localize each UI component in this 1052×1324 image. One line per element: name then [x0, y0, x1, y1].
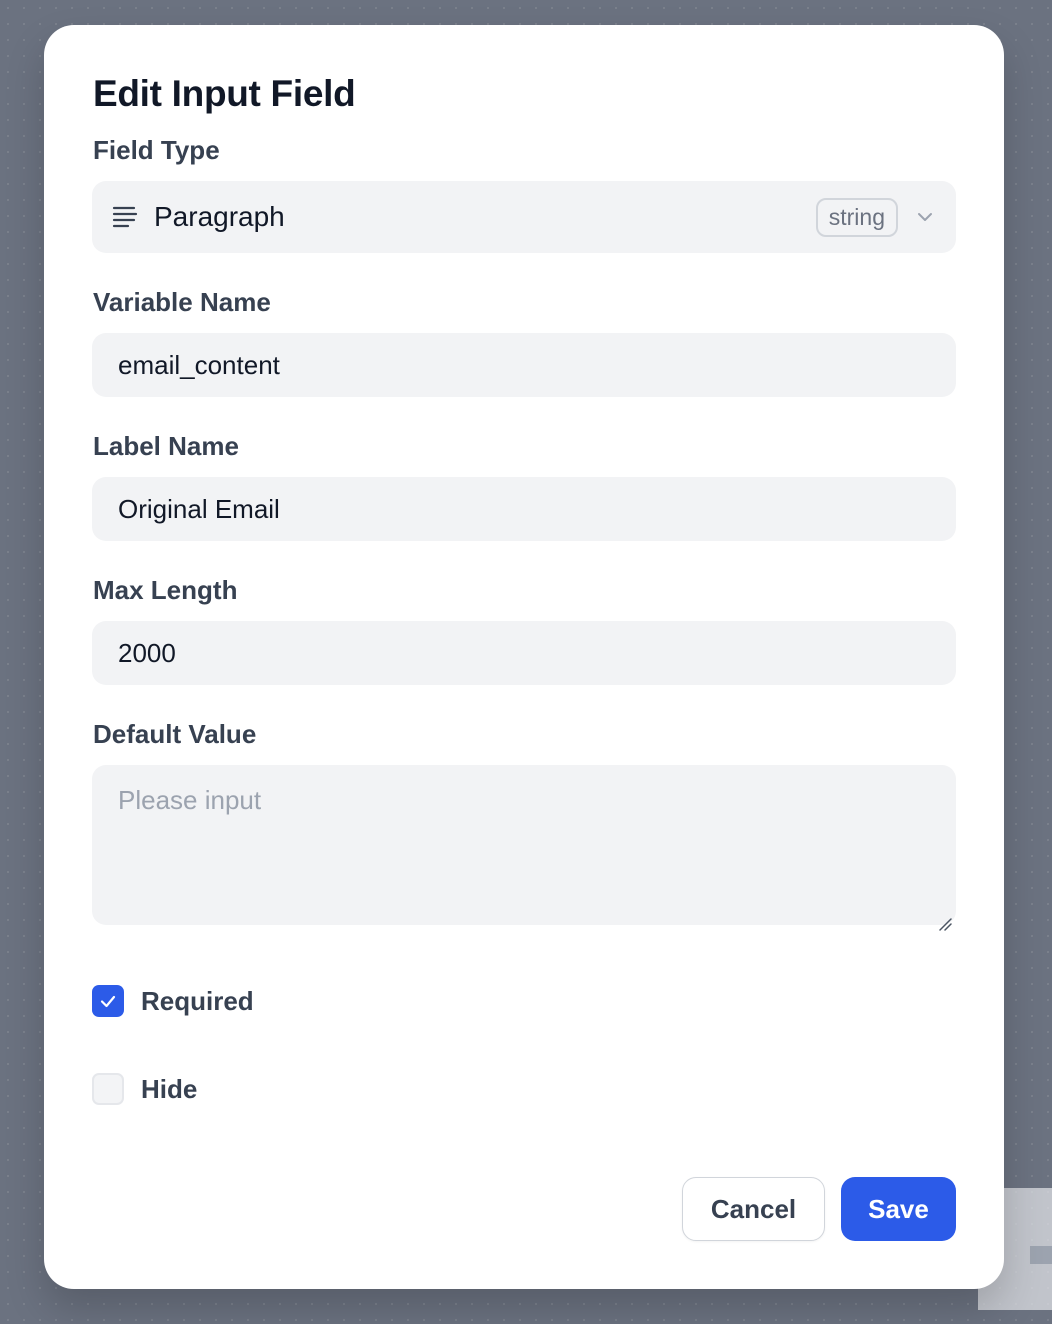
required-option[interactable]: Required — [92, 985, 254, 1017]
edit-input-field-dialog: Edit Input Field Field Type Paragraph st… — [44, 25, 1004, 1289]
dialog-title: Edit Input Field — [93, 73, 356, 114]
max-length-input[interactable]: 2000 — [92, 621, 956, 685]
cancel-button[interactable]: Cancel — [682, 1177, 825, 1241]
field-type-value: Paragraph — [154, 201, 285, 232]
max-length-label: Max Length — [93, 575, 238, 605]
hide-option[interactable]: Hide — [92, 1073, 197, 1105]
field-type-label: Field Type — [93, 135, 220, 165]
hide-label: Hide — [141, 1073, 198, 1104]
type-badge: string — [815, 197, 898, 237]
paragraph-lines-icon — [112, 204, 138, 230]
default-value-label: Default Value — [93, 719, 257, 749]
label-name-input[interactable]: Original Email — [92, 477, 956, 541]
default-value-placeholder: Please input — [118, 785, 262, 815]
variable-name-label: Variable Name — [93, 287, 271, 317]
field-type-select[interactable]: Paragraph string — [92, 181, 956, 253]
hide-checkbox[interactable] — [92, 1073, 124, 1105]
label-name-label: Label Name — [93, 431, 239, 461]
required-label: Required — [141, 985, 254, 1016]
required-checkbox[interactable] — [92, 985, 124, 1017]
variable-name-input[interactable]: email_content — [92, 333, 956, 397]
resize-handle-icon[interactable] — [938, 907, 952, 931]
save-button[interactable]: Save — [841, 1177, 956, 1241]
checkmark-icon — [100, 995, 116, 1008]
background-element — [1030, 1246, 1052, 1264]
default-value-textarea[interactable]: Please input — [92, 765, 956, 931]
chevron-down-icon — [914, 206, 936, 228]
